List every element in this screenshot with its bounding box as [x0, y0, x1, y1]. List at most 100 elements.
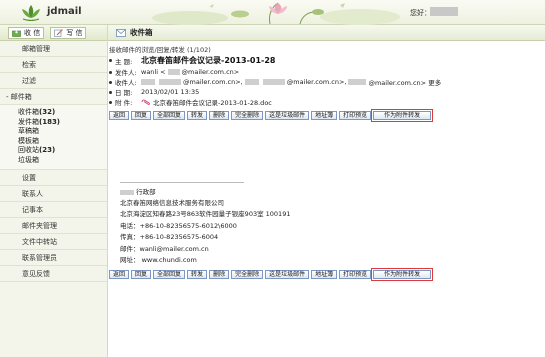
folder-name: 回收站 — [18, 146, 39, 154]
attachment-label: 附 件: — [115, 99, 133, 107]
recipients-row: 收件人: @mailer.com.cn>, @mailer.com.cn>, @… — [109, 77, 441, 87]
bullet-icon — [109, 59, 112, 62]
folder-name: 收件箱 — [18, 108, 39, 116]
folder-name: 草稿箱 — [18, 127, 39, 135]
folder-name: 垃圾箱 — [18, 155, 39, 164]
print-preview-button[interactable]: 打印预览 — [339, 270, 372, 279]
nav-contact-admin[interactable]: 联系管理员 — [0, 250, 107, 266]
greeting-label: 您好： — [410, 9, 431, 17]
panel-title: 收件箱 — [130, 28, 153, 37]
redacted-text — [244, 79, 259, 85]
recipient-1[interactable]: @mailer.com.cn>, — [183, 78, 243, 86]
message-toolbar-bottom: 返回 回复 全部回复 转发 删除 完全删除 这是垃圾邮件 地址簿 打印预览 作为… — [109, 268, 434, 281]
attachment-link[interactable]: 北京春笛邮件会议记录-2013-01-28.doc — [153, 97, 272, 107]
compose-mail-label: 写 信 — [66, 28, 83, 37]
date-label: 日 期: — [115, 89, 133, 97]
forward-button[interactable]: 转发 — [187, 270, 208, 279]
bullet-icon — [109, 100, 112, 104]
signature-website[interactable]: 网址： www.chundi.com — [120, 254, 197, 264]
mail-app: jdmail 您好： 收 信 写 信 邮箱管理 检索 过滤 - 邮件箱 收件箱(… — [0, 0, 545, 357]
lotus-banner-decoration — [152, 2, 400, 25]
back-button[interactable]: 返回 — [109, 270, 130, 279]
reply-all-button[interactable]: 全部回复 — [153, 111, 186, 120]
reply-all-button[interactable]: 全部回复 — [153, 270, 186, 279]
permanent-delete-button[interactable]: 完全删除 — [231, 270, 264, 279]
address-book-button[interactable]: 地址簿 — [311, 270, 338, 279]
attachment-row: 附 件: 北京春笛邮件会议记录-2013-01-28.doc — [109, 97, 272, 107]
compose-icon — [54, 28, 64, 37]
folder-inbox[interactable]: 收件箱(32) — [18, 108, 107, 118]
redacted-text — [262, 79, 285, 85]
folder-drafts[interactable]: 草稿箱 — [18, 127, 107, 137]
back-button[interactable]: 返回 — [109, 111, 130, 120]
folder-count: (23) — [39, 146, 56, 154]
folder-sent[interactable]: 发件箱(183) — [18, 118, 107, 128]
folder-name: 模板箱 — [18, 136, 39, 145]
recipient-2[interactable]: @mailer.com.cn>, — [287, 78, 347, 86]
nav-file-transfer[interactable]: 文件中转站 — [0, 234, 107, 250]
envelope-icon — [116, 28, 126, 37]
signature-role-row: 行政部 — [120, 186, 156, 196]
nav-notepad[interactable]: 记事本 — [0, 202, 107, 218]
breadcrumb: 接收邮件的浏览/回复/转发 (1/102) — [109, 46, 211, 54]
nav-settings[interactable]: 设置 — [0, 170, 107, 186]
sender-domain: @mailer.com.cn> — [181, 68, 240, 76]
paperclip-icon — [141, 99, 150, 105]
reply-button[interactable]: 回复 — [131, 270, 152, 279]
signature-email[interactable]: 邮件：wanli@mailer.com.cn — [120, 243, 209, 253]
quick-actions: 收 信 写 信 — [0, 25, 107, 41]
message-toolbar-top: 返回 回复 全部回复 转发 删除 完全删除 这是垃圾邮件 地址簿 打印预览 作为… — [109, 109, 434, 122]
address-book-button[interactable]: 地址簿 — [311, 111, 338, 120]
date-value: 2013/02/01 13:35 — [141, 88, 200, 96]
folder-list: 收件箱(32) 发件箱(183) 草稿箱 模板箱 回收站(23) 垃圾箱 — [0, 105, 107, 170]
delete-button[interactable]: 删除 — [209, 111, 230, 120]
signature-fax: 传真：+86-10-82356575-6004 — [120, 233, 219, 241]
forward-button[interactable]: 转发 — [187, 111, 208, 120]
forward-as-attachment-button[interactable]: 作为附件转发 — [371, 268, 434, 281]
redacted-text — [120, 189, 134, 195]
inbox-receive-icon — [12, 28, 21, 37]
bullet-icon — [109, 90, 112, 94]
sender-label: 发件人: — [115, 69, 137, 77]
subject-row: 主 题: 北京春笛邮件会议记录-2013-01-28 — [109, 55, 276, 66]
nav-mailboxes-group[interactable]: - 邮件箱 — [0, 89, 107, 105]
sender-row: 发件人: wanli < @mailer.com.cn> — [109, 67, 239, 77]
brand-name: jdmail — [47, 6, 82, 17]
username-redacted — [430, 7, 458, 16]
mark-spam-button[interactable]: 这是垃圾邮件 — [265, 111, 310, 120]
folder-spam[interactable]: 垃圾箱 — [18, 156, 107, 166]
print-preview-button[interactable]: 打印预览 — [339, 111, 372, 120]
nav-contacts[interactable]: 联系人 — [0, 186, 107, 202]
nav-filter[interactable]: 过滤 — [0, 73, 107, 89]
signature-phone: 电话：+86-10-82356575-6012\6000 — [120, 222, 237, 230]
recipient-3-more[interactable]: @mailer.com.cn> 更多 — [368, 77, 441, 87]
nav-search[interactable]: 检索 — [0, 57, 107, 73]
receive-mail-label: 收 信 — [24, 28, 41, 37]
compose-mail-button[interactable]: 写 信 — [50, 26, 87, 39]
permanent-delete-button[interactable]: 完全删除 — [231, 111, 264, 120]
top-header: jdmail 您好： — [0, 0, 545, 25]
lotus-logo-icon — [22, 5, 40, 21]
folder-name: 发件箱 — [18, 117, 39, 126]
date-row: 日 期: 2013/02/01 13:35 — [109, 87, 199, 97]
redacted-text — [348, 79, 367, 85]
nav-mailbox-management[interactable]: 邮箱管理 — [0, 41, 107, 57]
reply-button[interactable]: 回复 — [131, 111, 152, 120]
main-panel: 收件箱 接收邮件的浏览/回复/转发 (1/102) 主 题: 北京春笛邮件会议记… — [108, 25, 545, 357]
forward-as-attachment-button[interactable]: 作为附件转发 — [371, 109, 434, 122]
folder-trash[interactable]: 回收站(23) — [18, 146, 107, 156]
folder-templates[interactable]: 模板箱 — [18, 137, 107, 147]
recipients-label: 收件人: — [115, 79, 137, 87]
bullet-icon — [109, 80, 112, 84]
subject-label: 主 题: — [115, 57, 133, 66]
delete-button[interactable]: 删除 — [209, 270, 230, 279]
signature-role: 行政部 — [136, 188, 156, 196]
signature-company: 北京春笛网络信息技术服务有限公司 — [120, 199, 224, 207]
receive-mail-button[interactable]: 收 信 — [8, 26, 45, 39]
mark-spam-button[interactable]: 这是垃圾邮件 — [265, 270, 310, 279]
sender-name: wanli < — [141, 68, 166, 76]
nav-folder-management[interactable]: 邮件夹管理 — [0, 218, 107, 234]
folder-count: (32) — [39, 108, 56, 116]
signature-divider — [120, 182, 244, 183]
nav-feedback[interactable]: 意见反馈 — [0, 266, 107, 282]
